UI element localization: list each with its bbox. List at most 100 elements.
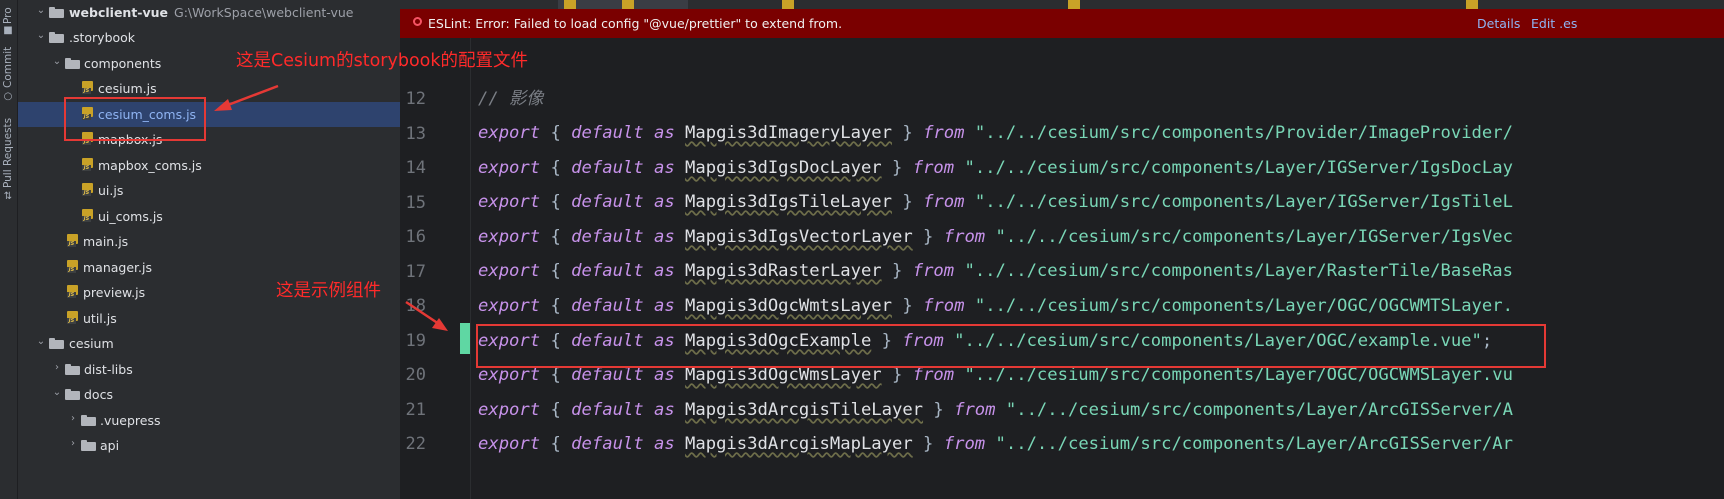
line-number: 16 [405,227,426,247]
export-name: Mapgis3dArcgisTileLayer [685,400,924,420]
pull-requests-tool-button[interactable]: Pull Requests ⇅ [0,110,17,202]
export-name: Mapgis3dIgsVectorLayer [685,227,913,247]
keyword-default: default [571,227,644,247]
line-number: 20 [405,365,426,385]
keyword-export: export [478,400,541,420]
code-line-export: export { default as Mapgis3dArcgisTileLa… [478,399,1513,421]
tree-row-api[interactable]: › api [18,433,400,458]
tree-item-label: docs [84,387,113,402]
tree-item-label: mapbox_coms.js [98,158,202,173]
tree-item-label: components [84,56,162,71]
js-file-icon: JS [82,158,95,172]
code-line-export: export { default as Mapgis3dRasterLayer … [478,260,1513,282]
chevron-right-icon[interactable]: › [68,413,78,425]
chevron-down-icon[interactable]: ⌄ [36,336,46,348]
annotation-box-config-file [64,97,206,141]
keyword-as: as [653,365,675,385]
import-path: "../../cesium/src/components/Layer/OGC/O… [964,365,1513,385]
tree-row-vuepress[interactable]: › .vuepress [18,408,400,433]
keyword-export: export [478,261,541,281]
import-path: "../../cesium/src/components/Layer/IGSer… [974,192,1513,212]
brace-open: { [550,400,561,420]
root-name: webclient-vue [69,5,169,20]
project-tool-button[interactable]: Pro ■ [0,0,17,36]
chevron-down-icon[interactable]: ⌄ [36,5,46,17]
tree-row-file[interactable]: JS manager.js [18,255,400,280]
code-line-comment: // 影像 [478,88,543,110]
line-number: 19 [405,331,426,351]
line-number: 17 [405,262,426,282]
js-file-icon: JS [67,234,80,248]
export-name: Mapgis3dIgsTileLayer [685,192,892,212]
tree-item-label: api [100,438,120,453]
chevron-down-icon[interactable]: ⌄ [52,387,62,399]
line-number-gutter: 12 13 14 15 16 17 18 19 20 21 22 [400,38,471,499]
tree-row-root[interactable]: ⌄ webclient-vue G:\WorkSpace\webclient-vu… [18,0,400,25]
code-line-export: export { default as Mapgis3dOgcWmtsLayer… [478,295,1513,317]
details-link[interactable]: Details [1477,15,1520,32]
keyword-export: export [478,296,541,316]
eslint-error-banner: ESLint: Error: Failed to load config "@v… [400,9,1724,38]
commit-icon: ○ [3,91,13,102]
annotation-example-note: 这是示例组件 [276,281,381,301]
folder-icon [65,364,80,375]
edit-config-link[interactable]: Edit .es [1531,15,1577,32]
keyword-from: from [943,227,986,247]
export-name: Mapgis3dImageryLayer [685,123,892,143]
line-number: 12 [405,89,426,109]
keyword-from: from [954,400,996,420]
code-comment: // 影像 [478,89,544,109]
keyword-as: as [653,400,675,420]
project-tool-label: Pro [2,7,14,24]
tree-row-cesium[interactable]: ⌄ cesium [18,331,400,356]
tree-row-file[interactable]: JS ui_coms.js [18,204,400,229]
js-file-icon: JS [67,260,80,274]
chevron-down-icon[interactable]: ⌄ [52,56,62,68]
tree-row-file[interactable]: JS mapbox_coms.js [18,153,400,178]
keyword-default: default [571,365,644,385]
keyword-from: from [923,296,965,316]
chevron-right-icon[interactable]: › [52,362,62,374]
keyword-export: export [478,365,541,385]
keyword-default: default [571,434,644,454]
import-path: "../../cesium/src/components/Layer/IGSer… [964,158,1513,178]
tree-row-docs[interactable]: ⌄ docs [18,382,400,407]
keyword-default: default [571,123,644,143]
keyword-as: as [653,296,675,316]
folder-icon [49,338,64,349]
js-file-icon: JS [82,81,95,95]
keyword-default: default [571,261,644,281]
line-number: 14 [405,158,426,178]
brace-open: { [550,365,561,385]
line-number: 21 [405,400,426,420]
tree-row-file[interactable]: JS main.js [18,229,400,254]
editor-tab-strip[interactable] [400,0,1724,9]
commit-tool-button[interactable]: Commit ○ [0,40,17,102]
vcs-change-marker[interactable] [460,323,470,354]
tree-item-label: cesium [69,336,114,351]
import-path: "../../cesium/src/components/Layer/Raste… [964,261,1513,281]
brace-close: } [892,365,903,385]
tree-row-storybook[interactable]: ⌄ .storybook [18,25,400,50]
tree-item-label: cesium.js [98,81,157,96]
chevron-down-icon[interactable]: ⌄ [36,30,46,42]
code-line-export: export { default as Mapgis3dIgsVectorLay… [478,226,1513,248]
brace-open: { [550,192,561,212]
folder-icon [49,7,64,18]
tree-item-label: dist-libs [84,362,133,377]
tree-row-file[interactable]: JS ui.js [18,178,400,203]
folder-icon [49,32,64,43]
tree-root-label: webclient-vue G:\WorkSpace\webclient-vue [69,4,353,21]
brace-open: { [550,227,561,247]
tree-row-dist-libs[interactable]: › dist-libs [18,357,400,382]
keyword-default: default [571,158,644,178]
annotation-config-note: 这是Cesium的storybook的配置文件 [236,51,528,71]
chevron-right-icon[interactable]: › [68,438,78,450]
brace-close: } [892,158,903,178]
keyword-default: default [571,400,644,420]
keyword-from: from [912,261,955,281]
tree-row-file[interactable]: JS util.js [18,306,400,331]
js-file-icon: JS [82,183,95,197]
tool-window-strip: Pro ■ Commit ○ Pull Requests ⇅ [0,0,18,499]
line-number: 13 [405,124,426,144]
